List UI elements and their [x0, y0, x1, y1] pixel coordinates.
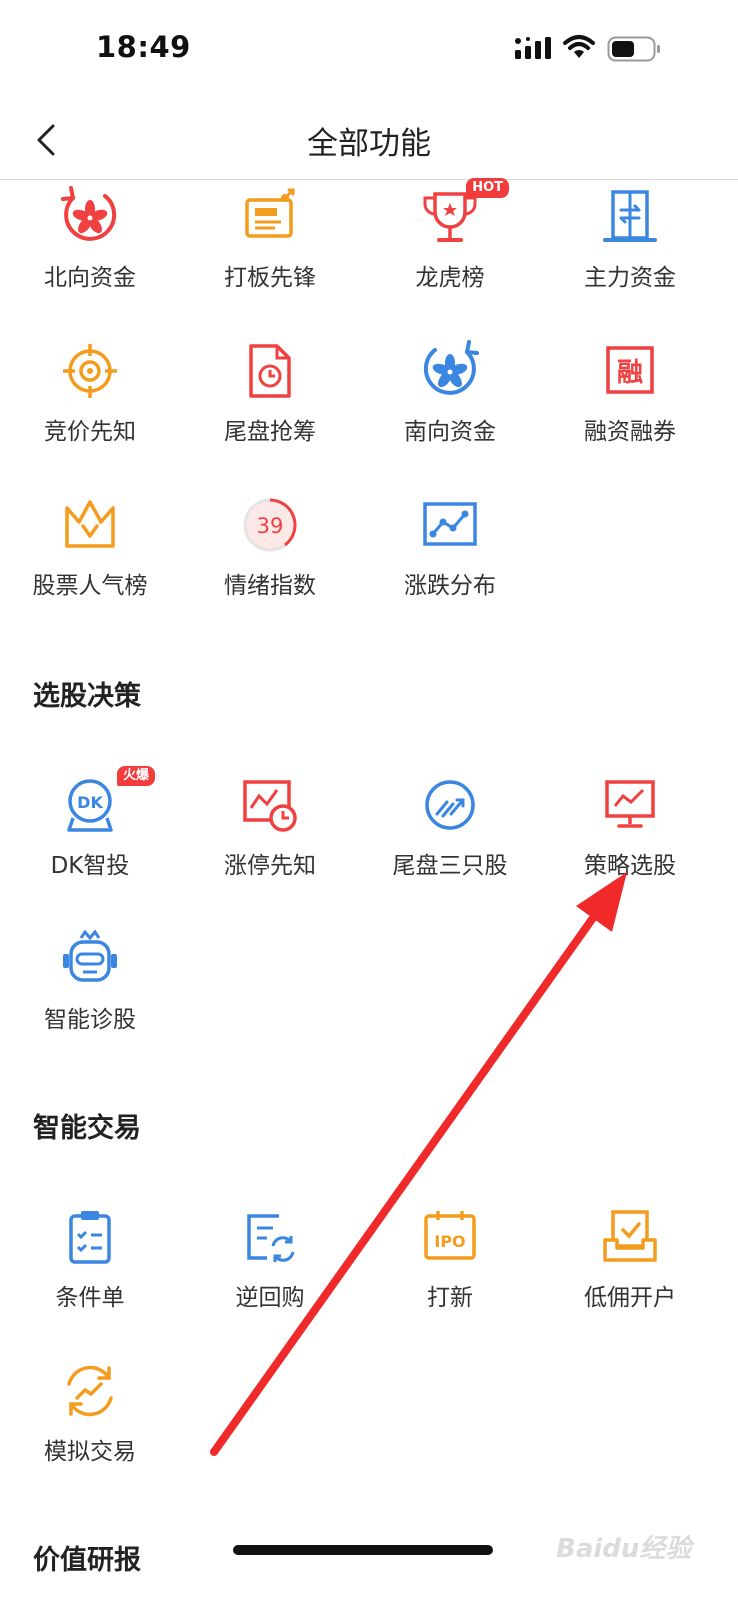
feature-auction-foresight[interactable]: 竞价先知 — [10, 340, 170, 460]
item-label: 模拟交易 — [44, 1439, 136, 1465]
limit-up-clock-icon — [243, 780, 297, 832]
item-label: 涨跌分布 — [404, 573, 496, 599]
target-icon — [63, 344, 117, 398]
item-label: 尾盘抢筹 — [224, 419, 316, 445]
account-open-icon — [603, 1210, 657, 1262]
svg-text:融: 融 — [617, 358, 643, 388]
item-label: 龙虎榜 — [415, 265, 485, 291]
item-label: 南向资金 — [404, 419, 496, 445]
dk-robot-icon: DK — [67, 779, 113, 832]
item-label: 涨停先知 — [224, 853, 316, 879]
section-title-value-research: 价值研报 — [33, 1545, 141, 1576]
svg-text:DK: DK — [77, 793, 103, 812]
document-clock-icon — [249, 344, 291, 398]
item-label: 竞价先知 — [44, 419, 136, 445]
southbound-capital-icon — [423, 340, 479, 395]
feature-stock-popularity[interactable]: 股票人气榜 — [10, 494, 170, 614]
feature-limit-up-foresight[interactable]: 涨停先知 — [190, 774, 350, 894]
section-title-stock-picking: 选股决策 — [33, 681, 141, 712]
item-label: 智能诊股 — [44, 1007, 136, 1033]
refresh-document-icon — [247, 1214, 295, 1262]
item-label: 尾盘三只股 — [392, 853, 508, 879]
feature-sentiment-index[interactable]: 39 情绪指数 — [190, 494, 350, 614]
strategy-monitor-icon — [605, 780, 655, 828]
feature-margin-trading[interactable]: 融 融资融券 — [550, 340, 710, 460]
item-label: DK智投 — [50, 853, 130, 879]
item-label: 逆回购 — [235, 1285, 305, 1311]
clipboard-icon — [69, 1211, 111, 1264]
svg-text:39: 39 — [257, 514, 284, 538]
feature-dk-smart-invest[interactable]: DK 火爆 DK智投 — [10, 766, 170, 894]
simulated-trade-icon — [67, 1365, 113, 1417]
closing-picks-icon — [425, 780, 475, 830]
nav-bar: 全部功能 — [0, 100, 738, 180]
northbound-capital-icon — [61, 186, 117, 241]
item-label: 情绪指数 — [224, 573, 316, 599]
item-label: 条件单 — [55, 1285, 125, 1311]
feature-rise-fall-distribution[interactable]: 涨跌分布 — [370, 494, 530, 614]
item-label: 打新 — [427, 1285, 473, 1311]
feature-board-pioneer[interactable]: 打板先锋 — [190, 186, 350, 306]
svg-text:IPO: IPO — [434, 1232, 465, 1251]
feature-southbound-capital[interactable]: 南向资金 — [370, 340, 530, 460]
battery-icon — [607, 36, 660, 62]
wifi-icon — [563, 35, 595, 58]
status-bar: 18:49 — [0, 0, 738, 100]
ipo-calendar-icon: IPO — [424, 1211, 476, 1260]
main-capital-icon — [603, 190, 657, 242]
item-label: 主力资金 — [584, 265, 676, 291]
feature-reverse-repo[interactable]: 逆回购 — [190, 1206, 350, 1326]
item-label: 股票人气榜 — [32, 573, 148, 599]
robot-diagnosis-icon — [63, 929, 117, 982]
item-label: 策略选股 — [584, 853, 676, 879]
page-title: 全部功能 — [307, 126, 431, 162]
feature-ipo-subscription[interactable]: IPO 打新 — [370, 1206, 530, 1326]
item-label: 打板先锋 — [224, 265, 316, 291]
feature-dragon-tiger-list[interactable]: HOT 龙虎榜 — [370, 178, 530, 306]
section-title-smart-trading: 智能交易 — [33, 1113, 141, 1144]
board-pioneer-icon — [245, 188, 295, 238]
home-indicator[interactable] — [233, 1545, 493, 1555]
feature-northbound-capital[interactable]: 北向资金 — [10, 186, 170, 306]
feature-low-commission-account[interactable]: 低佣开户 — [550, 1206, 710, 1326]
hot-badge: HOT — [466, 178, 509, 198]
gauge-icon: 39 — [243, 498, 297, 552]
feature-strategy-stock-picking[interactable]: 策略选股 — [550, 774, 710, 894]
item-label: 低佣开户 — [584, 1285, 676, 1311]
item-label: 融资融券 — [584, 419, 676, 445]
margin-trading-icon: 融 — [606, 346, 654, 394]
feature-closing-rush[interactable]: 尾盘抢筹 — [190, 340, 350, 460]
feature-simulated-trading[interactable]: 模拟交易 — [10, 1360, 170, 1480]
feature-main-capital[interactable]: 主力资金 — [550, 186, 710, 306]
cellular-signal-icon — [515, 37, 551, 59]
baidu-watermark: Baidu经验 — [556, 1534, 692, 1564]
feature-conditional-order[interactable]: 条件单 — [10, 1206, 170, 1326]
item-label: 北向资金 — [44, 265, 136, 291]
hot-badge: 火爆 — [116, 766, 155, 786]
status-time: 18:49 — [96, 30, 191, 64]
line-chart-icon — [423, 502, 477, 546]
feature-closing-three-stocks[interactable]: 尾盘三只股 — [370, 774, 530, 894]
crown-icon — [65, 500, 115, 548]
feature-smart-diagnosis[interactable]: 智能诊股 — [10, 928, 170, 1048]
